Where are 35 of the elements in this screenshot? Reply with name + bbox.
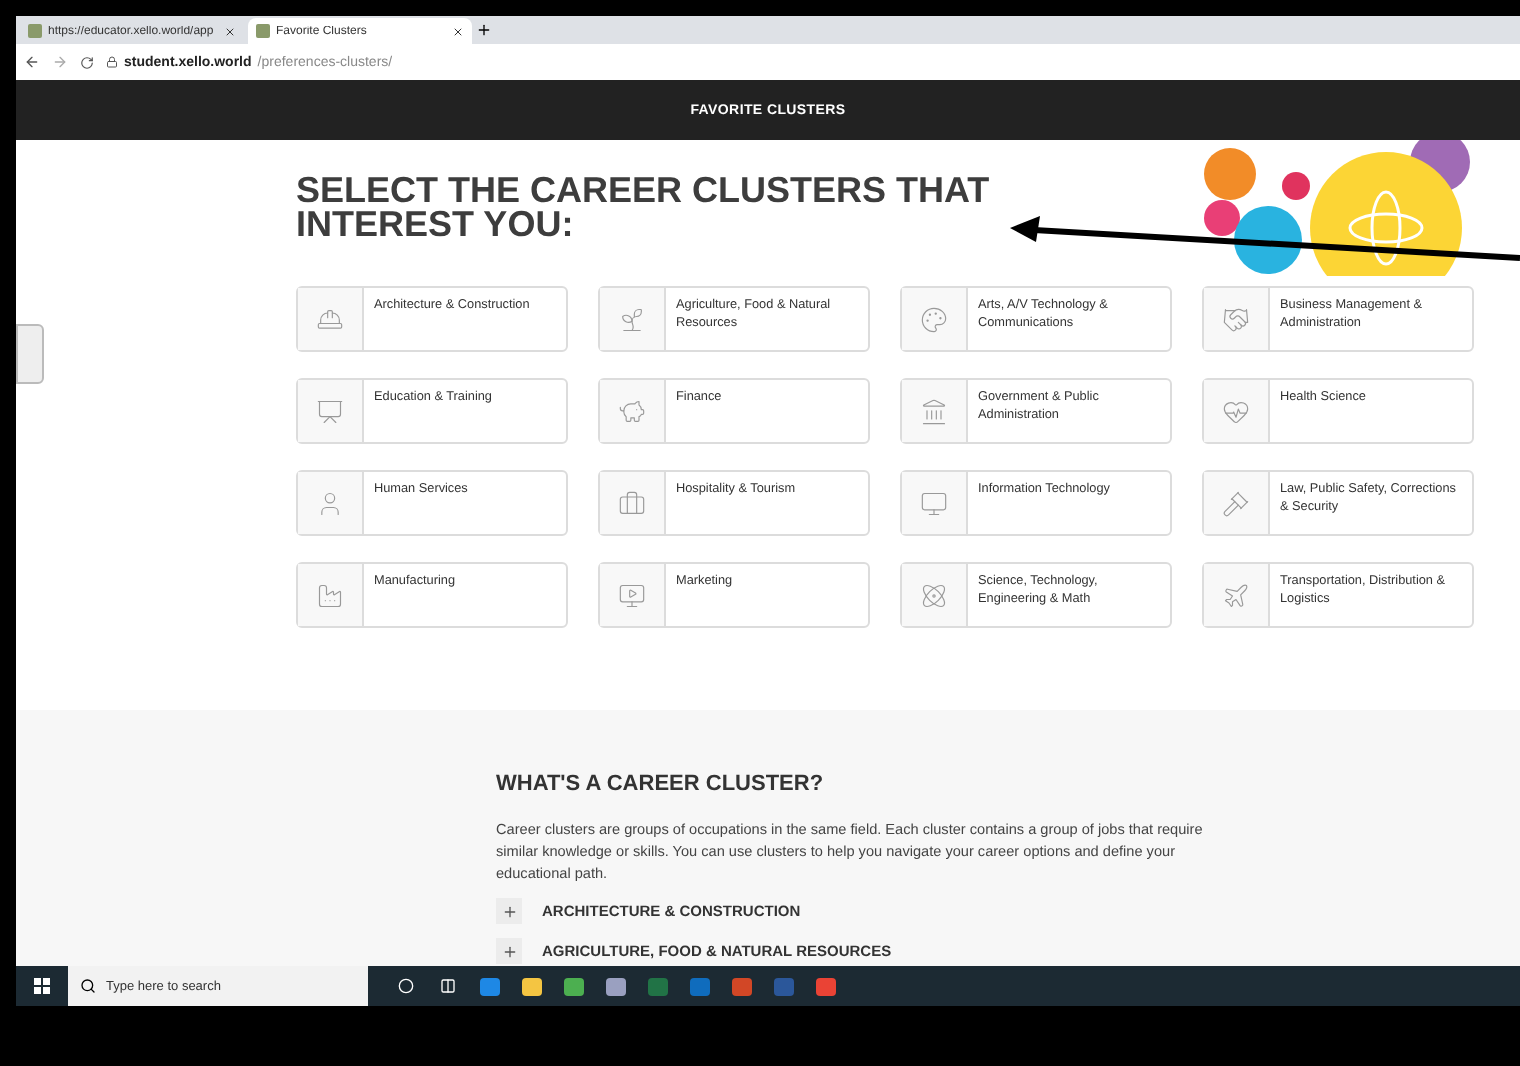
back-icon[interactable] — [24, 54, 40, 70]
cluster-icon — [316, 397, 344, 425]
app-icon[interactable] — [563, 977, 583, 995]
section-title: WHAT'S A CAREER CLUSTER? — [496, 772, 826, 796]
app-icon[interactable] — [815, 977, 835, 995]
cluster-icon — [920, 397, 948, 425]
windows-start-icon[interactable] — [34, 978, 50, 994]
cluster-icon — [920, 581, 948, 609]
app-icon[interactable] — [479, 977, 499, 995]
cluster-icon — [618, 397, 646, 425]
cluster-icon — [920, 489, 948, 517]
cortana-icon[interactable] — [397, 978, 413, 994]
cluster-icon — [1222, 489, 1250, 517]
close-icon[interactable] — [452, 25, 464, 37]
page-favicon — [28, 24, 42, 38]
cluster-icon — [1222, 397, 1250, 425]
cluster-icon — [618, 489, 646, 517]
cluster-icon — [920, 305, 948, 333]
app-icon[interactable] — [605, 977, 625, 995]
reload-icon[interactable] — [80, 55, 94, 69]
side-panel-handle[interactable] — [16, 324, 44, 384]
cluster-icon — [618, 581, 646, 609]
page-favicon — [256, 24, 270, 38]
cluster-icon — [316, 581, 344, 609]
cluster-icon — [316, 489, 344, 517]
cluster-icon — [618, 305, 646, 333]
cluster-icon — [1222, 581, 1250, 609]
lock-icon — [106, 56, 118, 68]
app-icon[interactable] — [521, 977, 541, 995]
new-tab-icon[interactable] — [476, 22, 492, 38]
page-heading: SELECT THE CAREER CLUSTERS THAT INTEREST YOU: — [296, 174, 992, 242]
cluster-icon — [1222, 305, 1250, 333]
cluster-icon — [316, 305, 344, 333]
task-view-icon[interactable] — [439, 978, 455, 994]
close-icon[interactable] — [224, 25, 236, 37]
